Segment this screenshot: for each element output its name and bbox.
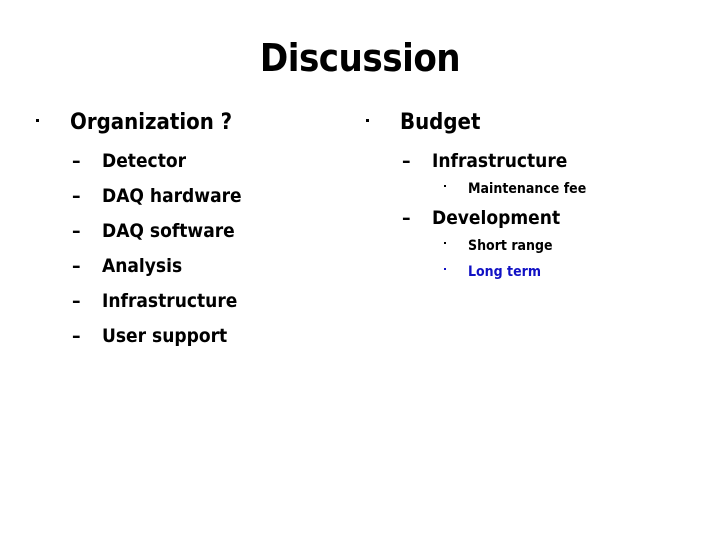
bullet-analysis[interactable]: – Analysis: [72, 254, 356, 279]
bullet-budget-development[interactable]: – Development: [402, 206, 696, 231]
bullet-label: Detector: [102, 150, 187, 172]
bullet-label: Organization ?: [70, 110, 233, 135]
bullet-label: Infrastructure: [102, 290, 238, 312]
bullet-label: DAQ hardware: [102, 185, 242, 207]
bullet-label: Analysis: [102, 255, 183, 277]
bullet-label: Budget: [400, 110, 481, 135]
bullet-long-term[interactable]: Long term: [444, 263, 696, 282]
bullet-label: DAQ software: [102, 220, 235, 242]
bullet-infrastructure[interactable]: – Infrastructure: [72, 289, 356, 314]
content-column-left: Organization ? – Detector – DAQ hardware…: [36, 108, 356, 359]
bullet-short-range[interactable]: Short range: [444, 237, 696, 256]
bullet-user-support[interactable]: – User support: [72, 324, 356, 349]
en-dash-bullet-icon: –: [402, 150, 411, 172]
bullet-label: Infrastructure: [432, 150, 568, 172]
square-dot-bullet-icon: [36, 106, 70, 136]
slide-canvas: Discussion Organization ? – Detector – D…: [0, 0, 720, 540]
small-dot-bullet-icon: [444, 234, 468, 253]
bullet-organization[interactable]: Organization ?: [36, 108, 356, 141]
small-dot-bullet-icon: [444, 260, 468, 279]
bullet-label: Short range: [468, 238, 553, 254]
square-dot-bullet-icon: [366, 106, 400, 136]
content-column-right: Budget – Infrastructure Maintenance fee …: [366, 108, 696, 282]
en-dash-bullet-icon: –: [72, 325, 81, 347]
bullet-budget[interactable]: Budget: [366, 108, 696, 141]
small-dot-bullet-icon: [444, 177, 468, 196]
bullet-daq-hardware[interactable]: – DAQ hardware: [72, 184, 356, 209]
bullet-maintenance-fee[interactable]: Maintenance fee: [444, 180, 696, 199]
en-dash-bullet-icon: –: [72, 255, 81, 277]
bullet-label: Development: [432, 207, 561, 229]
bullet-budget-infrastructure[interactable]: – Infrastructure: [402, 149, 696, 174]
en-dash-bullet-icon: –: [72, 290, 81, 312]
en-dash-bullet-icon: –: [72, 185, 81, 207]
bullet-daq-software[interactable]: – DAQ software: [72, 219, 356, 244]
en-dash-bullet-icon: –: [402, 207, 411, 229]
en-dash-bullet-icon: –: [72, 220, 81, 242]
bullet-label: Long term: [468, 264, 541, 280]
bullet-label: User support: [102, 325, 228, 347]
en-dash-bullet-icon: –: [72, 150, 81, 172]
bullet-label: Maintenance fee: [468, 181, 587, 197]
page-title: Discussion: [259, 36, 461, 80]
bullet-detector[interactable]: – Detector: [72, 149, 356, 174]
